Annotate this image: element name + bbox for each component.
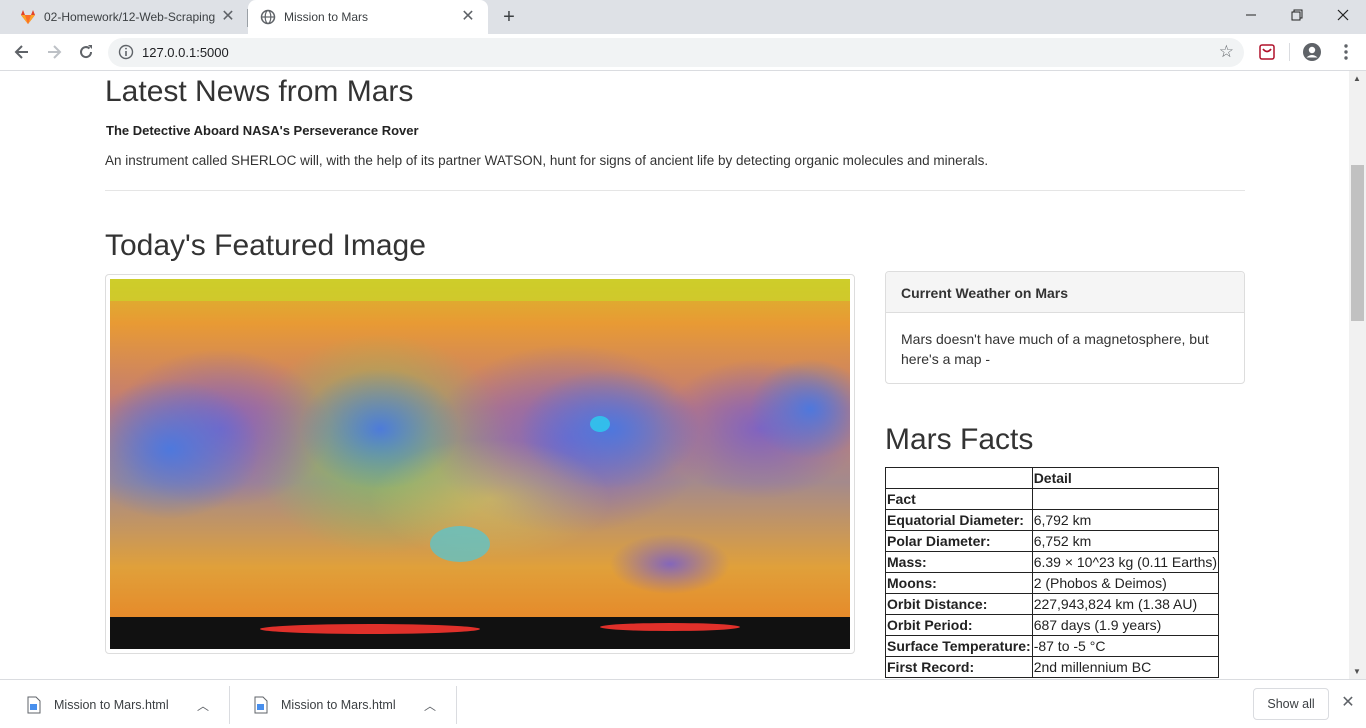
featured-image-frame: [105, 274, 855, 654]
weather-panel: Current Weather on Mars Mars doesn't hav…: [885, 271, 1245, 384]
reload-button[interactable]: [74, 40, 98, 64]
weather-panel-title: Current Weather on Mars: [886, 272, 1244, 313]
browser-toolbar: 127.0.0.1:5000 ☆: [0, 34, 1366, 71]
close-tab-icon[interactable]: ✕: [458, 7, 478, 27]
forward-button[interactable]: [42, 40, 66, 64]
toolbar-divider: [1289, 43, 1290, 61]
news-teaser: An instrument called SHERLOC will, with …: [105, 153, 989, 168]
fact-label: Equatorial Diameter:: [885, 509, 1033, 531]
table-header-blank: [885, 467, 1033, 489]
fact-label: Orbit Distance:: [885, 593, 1033, 615]
fact-detail: -87 to -5 °C: [1031, 635, 1220, 657]
download-shelf: Mission to Mars.html ︿ Mission to Mars.h…: [0, 679, 1366, 728]
scroll-down-icon[interactable]: ▼: [1353, 667, 1361, 676]
bookmark-star-icon[interactable]: ☆: [1219, 42, 1234, 62]
extension-icon[interactable]: [1257, 42, 1277, 62]
gitlab-fox-icon: [20, 9, 36, 25]
new-tab-button[interactable]: +: [498, 6, 520, 28]
table-header-detail: Detail: [1031, 467, 1220, 489]
table-row: Moons: 2 (Phobos & Deimos): [885, 572, 1220, 594]
table-row: First Record: 2nd millennium BC: [885, 656, 1220, 678]
fact-detail: 2 (Phobos & Deimos): [1031, 572, 1220, 594]
mars-facts-table: Detail Fact Equatorial Diameter: 6,792 k…: [885, 467, 1220, 678]
table-row: Orbit Period: 687 days (1.9 years): [885, 614, 1220, 636]
back-button[interactable]: [10, 40, 34, 64]
table-row: Surface Temperature: -87 to -5 °C: [885, 635, 1220, 657]
download-filename: Mission to Mars.html: [281, 698, 396, 712]
fact-detail: 6,792 km: [1031, 509, 1220, 531]
close-tab-icon[interactable]: ✕: [218, 7, 238, 27]
fact-label: Moons:: [885, 572, 1033, 594]
weather-panel-text: Mars doesn't have much of a magnetospher…: [901, 331, 1209, 367]
table-header-row: Detail: [885, 467, 1220, 489]
featured-section-title: Today's Featured Image: [105, 229, 426, 262]
tab-strip: 02-Homework/12-Web-Scraping ✕ Mission to…: [0, 0, 1366, 34]
table-cell-blank: [1031, 488, 1220, 510]
globe-icon: [260, 9, 276, 25]
page-viewport: Latest News from Mars The Detective Aboa…: [0, 71, 1349, 679]
fact-label: Mass:: [885, 551, 1033, 573]
tab-title: 02-Homework/12-Web-Scraping: [44, 10, 216, 24]
fact-detail: 6.39 × 10^23 kg (0.11 Earths): [1031, 551, 1220, 573]
fact-label: First Record:: [885, 656, 1033, 678]
news-section-title: Latest News from Mars: [105, 75, 414, 108]
tab-title: Mission to Mars: [284, 10, 369, 24]
close-shelf-icon[interactable]: ✕: [1339, 694, 1357, 712]
reload-icon: [80, 45, 93, 59]
fact-detail: 6,752 km: [1031, 530, 1220, 552]
chevron-up-icon[interactable]: ︿: [193, 697, 213, 714]
restore-button[interactable]: [1274, 0, 1320, 30]
table-row: Mass: 6.39 × 10^23 kg (0.11 Earths): [885, 551, 1220, 573]
fact-label: Polar Diameter:: [885, 530, 1033, 552]
scroll-up-icon[interactable]: ▲: [1353, 74, 1361, 83]
file-icon: [27, 696, 41, 714]
section-divider: [105, 190, 1245, 191]
fact-detail: 687 days (1.9 years): [1031, 614, 1220, 636]
table-row: Polar Diameter: 6,752 km: [885, 530, 1220, 552]
fact-detail: 2nd millennium BC: [1031, 656, 1220, 678]
arrow-right-icon: [48, 45, 62, 59]
minimize-button[interactable]: [1228, 0, 1274, 30]
restore-icon: [1291, 9, 1303, 21]
tab-gitlab[interactable]: 02-Homework/12-Web-Scraping ✕: [8, 0, 248, 34]
address-bar[interactable]: 127.0.0.1:5000 ☆: [108, 38, 1244, 67]
facts-section-title: Mars Facts: [885, 423, 1034, 456]
download-item[interactable]: Mission to Mars.html ︿: [231, 686, 457, 724]
download-filename: Mission to Mars.html: [54, 698, 169, 712]
page-scrollbar[interactable]: ▲ ▼: [1349, 71, 1366, 679]
news-headline: The Detective Aboard NASA's Perseverance…: [106, 123, 419, 138]
show-all-downloads-button[interactable]: Show all: [1253, 688, 1329, 720]
featured-mars-map-image: [110, 279, 850, 649]
minimize-icon: [1246, 14, 1256, 16]
close-icon: [1337, 9, 1349, 21]
download-item[interactable]: Mission to Mars.html ︿: [4, 686, 230, 724]
table-index-row: Fact: [885, 488, 1220, 510]
fact-label: Surface Temperature:: [885, 635, 1033, 657]
kebab-menu-icon[interactable]: [1336, 42, 1356, 62]
fact-label: Orbit Period:: [885, 614, 1033, 636]
fact-detail: 227,943,824 km (1.38 AU): [1031, 593, 1220, 615]
profile-avatar-icon[interactable]: [1302, 42, 1322, 62]
scrollbar-thumb[interactable]: [1351, 165, 1364, 321]
url-text: 127.0.0.1:5000: [142, 45, 229, 60]
table-index-label: Fact: [885, 488, 1033, 510]
tab-mission-to-mars[interactable]: Mission to Mars ✕: [248, 0, 488, 34]
table-row: Equatorial Diameter: 6,792 km: [885, 509, 1220, 531]
chevron-up-icon[interactable]: ︿: [420, 697, 440, 714]
window-close-button[interactable]: [1320, 0, 1366, 30]
file-icon: [254, 696, 268, 714]
table-row: Orbit Distance: 227,943,824 km (1.38 AU): [885, 593, 1220, 615]
arrow-left-icon: [14, 45, 28, 59]
info-icon[interactable]: [118, 44, 134, 60]
